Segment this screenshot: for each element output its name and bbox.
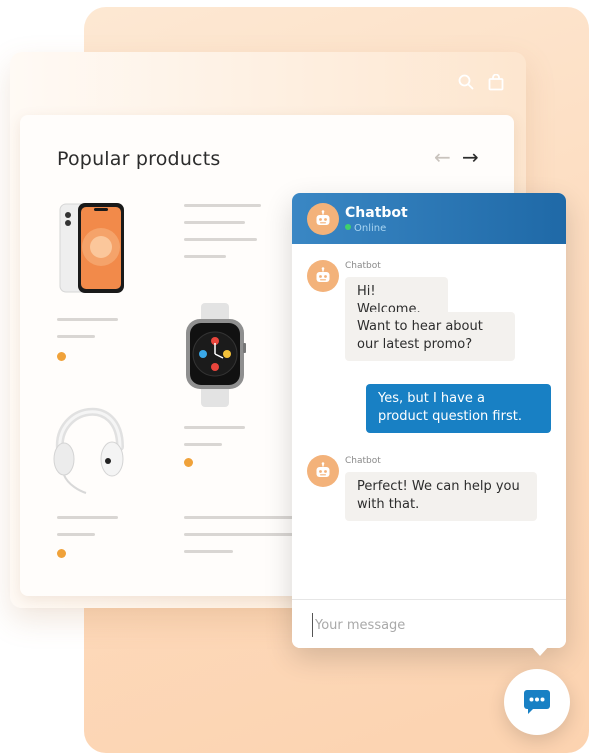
next-arrow-button[interactable]: →: [462, 145, 479, 169]
product-text-line: [184, 443, 222, 446]
product-text-line: [184, 550, 233, 553]
product-text-line: [57, 318, 118, 321]
product-text-line: [184, 533, 294, 536]
iphone-product-image[interactable]: [58, 201, 126, 295]
product-text-line: [184, 238, 257, 241]
product-text-line: [184, 516, 304, 519]
product-text-line: [184, 255, 226, 258]
robot-icon: [316, 462, 330, 477]
search-icon[interactable]: [458, 74, 474, 90]
product-text-line: [57, 335, 95, 338]
product-text-line: [57, 533, 95, 536]
chat-header: Chatbot Online: [292, 193, 566, 244]
chat-status: Online: [345, 223, 386, 234]
watch-product-image[interactable]: [183, 303, 247, 407]
robot-icon: [316, 267, 330, 282]
chat-widget: Chatbot Online Chatbot Hi! Welcome. Want…: [292, 193, 566, 648]
product-text-line: [184, 426, 245, 429]
chat-widget-tail: [530, 645, 550, 656]
product-text-line: [184, 204, 261, 207]
chat-bubble-icon: [524, 690, 550, 714]
message-input[interactable]: [312, 613, 547, 637]
shopping-bag-icon[interactable]: [488, 74, 504, 91]
headphones-product-image[interactable]: [50, 387, 128, 495]
product-text-line: [184, 221, 245, 224]
bot-avatar: [307, 203, 339, 235]
chat-input-bar: [292, 599, 566, 648]
user-message-bubble: Yes, but I have a product question first…: [366, 384, 551, 433]
bot-message-bubble: Want to hear about our latest promo?: [345, 312, 515, 361]
store-header-icons: [458, 74, 504, 91]
bot-avatar: [307, 260, 339, 292]
price-dot: [184, 458, 193, 467]
chat-launcher-button[interactable]: [504, 669, 570, 735]
product-text-line: [57, 516, 118, 519]
chat-status-label: Online: [354, 223, 387, 234]
robot-icon: [316, 210, 330, 225]
price-dot: [57, 352, 66, 361]
message-sender: Chatbot: [345, 261, 381, 271]
chat-title: Chatbot: [345, 205, 408, 221]
message-sender: Chatbot: [345, 456, 381, 466]
page-title: Popular products: [57, 148, 221, 170]
stage: Popular products ← → Chatbot Online Chat…: [0, 0, 589, 753]
prev-arrow-button[interactable]: ←: [434, 145, 451, 169]
online-dot-icon: [345, 224, 351, 230]
bot-message-bubble: Perfect! We can help you with that.: [345, 472, 537, 521]
bot-avatar: [307, 455, 339, 487]
price-dot: [57, 549, 66, 558]
